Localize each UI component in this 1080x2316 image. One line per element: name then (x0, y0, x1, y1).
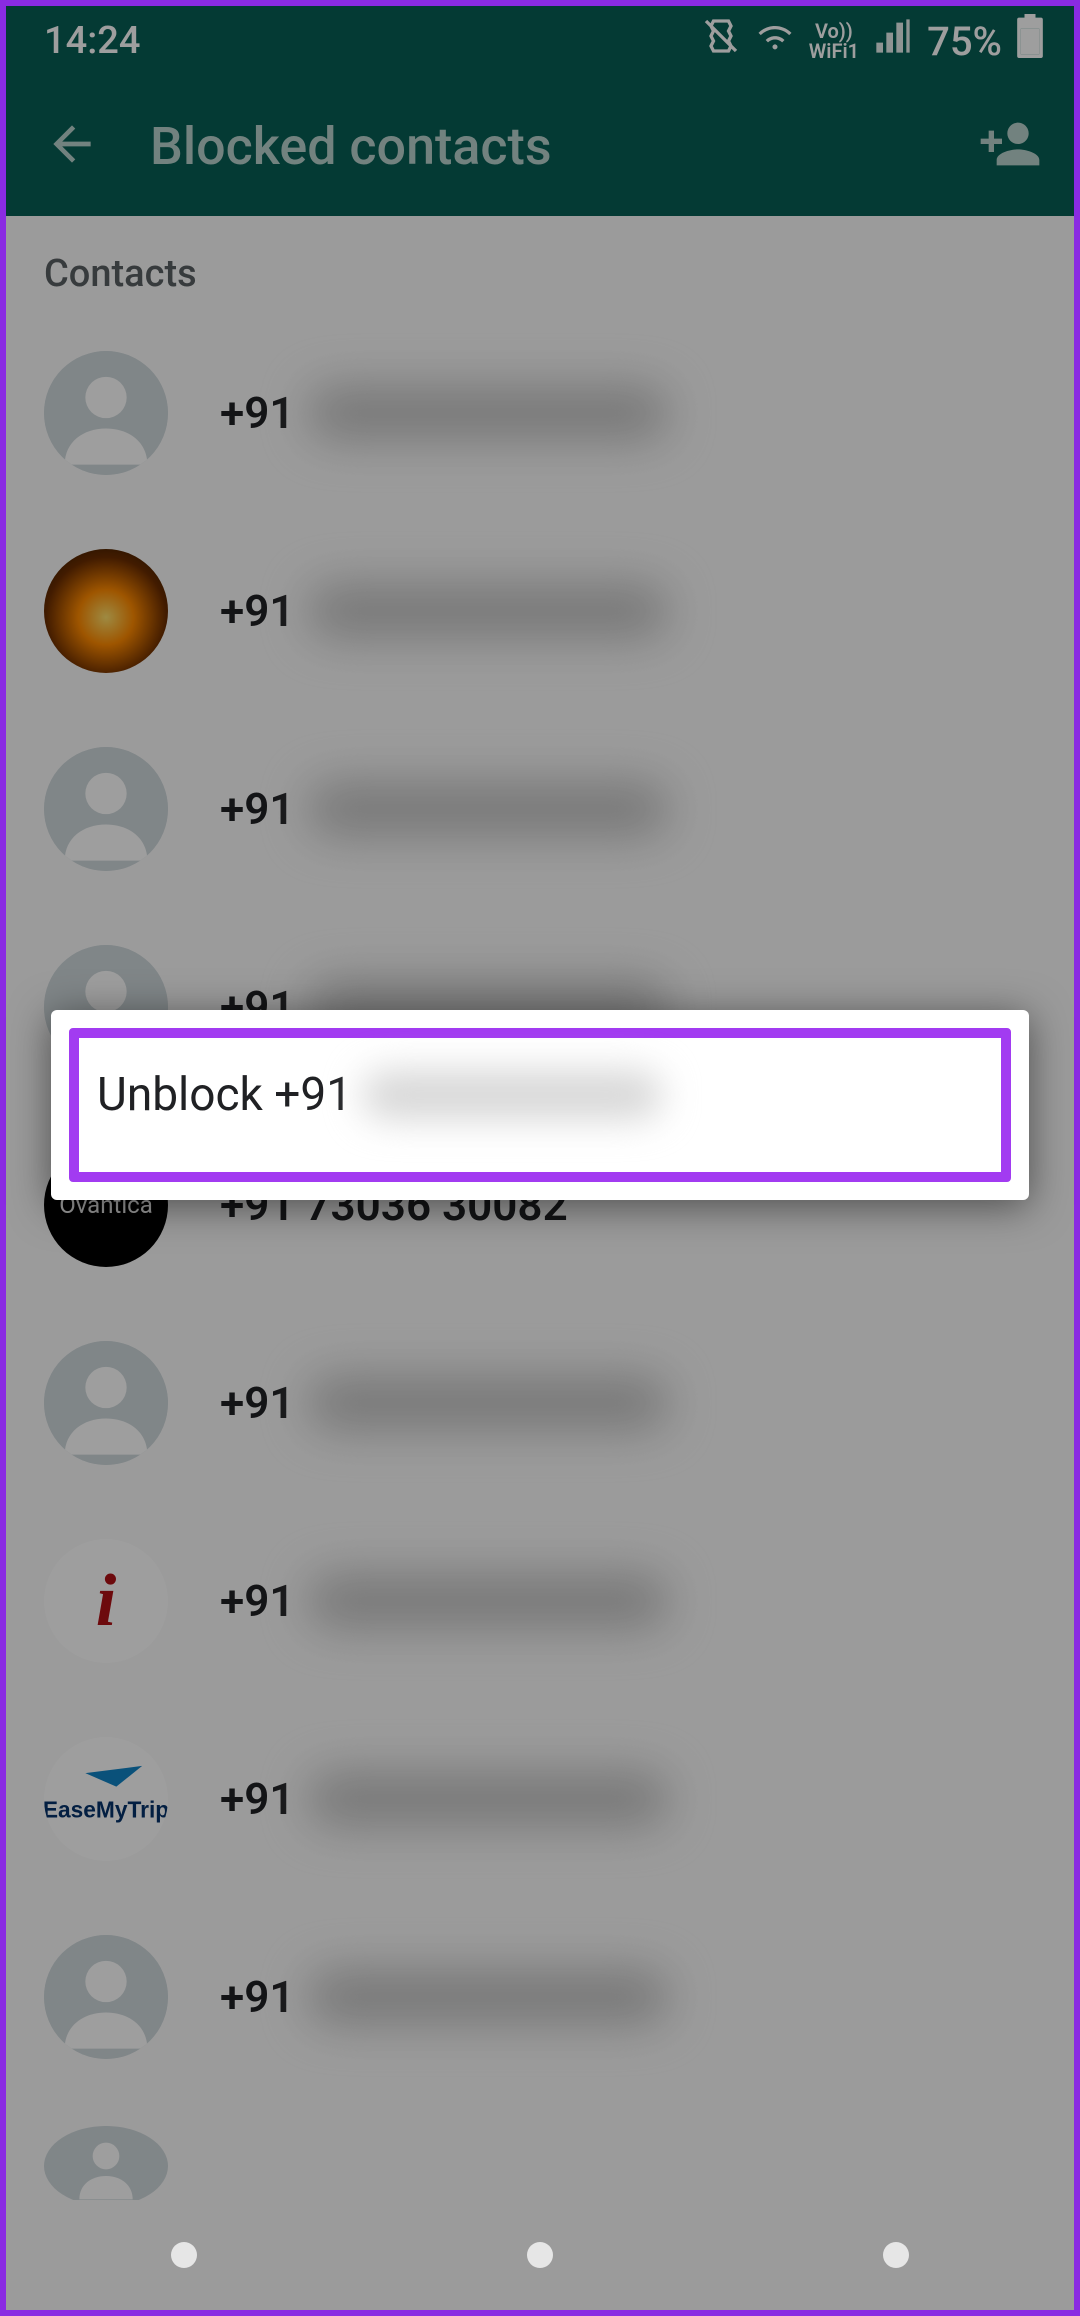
redacted-number (308, 584, 668, 638)
avatar-photo (44, 549, 168, 673)
redacted-number (308, 1574, 668, 1628)
contact-label: +91 (220, 584, 668, 638)
battery-icon (1016, 14, 1044, 68)
section-header: Contacts (6, 234, 1074, 314)
contact-label: +91 (220, 1970, 668, 2024)
avatar-brand-i: i (44, 1539, 168, 1663)
contact-label: +91 (220, 1376, 668, 1430)
navigation-bar (6, 2200, 1074, 2310)
screen-root: 14:24 Vo)) WiFi1 75% Blocked co (0, 0, 1080, 2316)
contact-row[interactable]: +91 (6, 1304, 1074, 1502)
nav-home-button[interactable] (527, 2242, 553, 2268)
redacted-number (308, 782, 668, 836)
avatar-brand-easemytrip: EaseMyTrip (44, 1737, 168, 1861)
contact-label: +91 (220, 1574, 668, 1628)
contact-label: +91 (220, 1772, 668, 1826)
avatar-default-icon (44, 1341, 168, 1465)
app-bar: Blocked contacts (6, 76, 1074, 216)
contact-row[interactable]: +91 (6, 512, 1074, 710)
content-area: Contacts +91 +91 +91 (6, 216, 1074, 2200)
contact-label: +91 (220, 782, 668, 836)
status-right: Vo)) WiFi1 75% (701, 14, 1044, 68)
contact-row[interactable]: +91 (6, 314, 1074, 512)
nav-back-button[interactable] (883, 2242, 909, 2268)
avatar-default-icon (44, 351, 168, 475)
battery-percent: 75% (927, 18, 1002, 65)
redacted-number (308, 1376, 668, 1430)
avatar-default-icon (44, 2126, 168, 2200)
contact-row[interactable] (6, 2096, 1074, 2200)
svg-text:EaseMyTrip: EaseMyTrip (44, 1797, 168, 1823)
unblock-label: Unblock +91 (97, 1068, 352, 1122)
status-time: 14:24 (44, 19, 140, 63)
redacted-number (308, 386, 668, 440)
wifi-icon (755, 16, 795, 66)
avatar-default-icon (44, 747, 168, 871)
network-label: Vo)) WiFi1 (809, 21, 859, 61)
contact-row[interactable]: +91 (6, 1898, 1074, 2096)
back-button[interactable] (34, 106, 110, 186)
contact-row[interactable]: i +91 (6, 1502, 1074, 1700)
vibrate-off-icon (701, 16, 741, 66)
redacted-number (308, 1772, 668, 1826)
contact-label: +91 (220, 386, 668, 440)
redacted-number (362, 1071, 662, 1119)
nav-recents-button[interactable] (171, 2242, 197, 2268)
signal-icon (873, 16, 913, 66)
status-bar: 14:24 Vo)) WiFi1 75% (6, 6, 1074, 76)
context-menu: Unblock +91 (51, 1010, 1029, 1200)
add-contact-button[interactable] (974, 108, 1046, 184)
unblock-menu-item[interactable]: Unblock +91 (69, 1028, 1011, 1182)
page-title: Blocked contacts (150, 116, 974, 177)
contact-row[interactable]: EaseMyTrip +91 (6, 1700, 1074, 1898)
contact-row[interactable]: +91 (6, 710, 1074, 908)
avatar-default-icon (44, 1935, 168, 2059)
redacted-number (308, 1970, 668, 2024)
